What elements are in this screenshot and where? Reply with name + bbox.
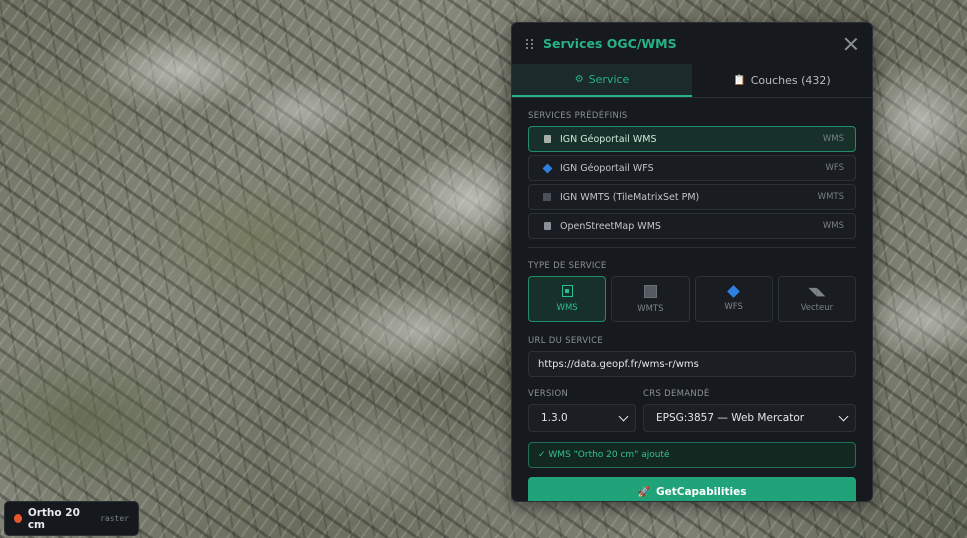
diamond-icon <box>727 284 740 298</box>
get-capabilities-label: GetCapabilities <box>655 486 747 498</box>
type-label: Vecteur <box>800 302 834 313</box>
type-label: WMTS <box>637 303 664 314</box>
version-value: 1.3.0 <box>541 412 568 424</box>
crs-label: CRS DEMANDÉ <box>643 389 710 399</box>
service-tag: WMS <box>822 134 844 144</box>
predefined-services-label: SERVICES PRÉDÉFINIS <box>528 111 628 121</box>
type-label: WMS <box>556 303 578 313</box>
status-message: ✓ WMS "Ortho 20 cm" ajouté <box>528 442 856 468</box>
close-icon[interactable] <box>844 37 858 51</box>
world-map-icon: ◥◣ <box>808 284 826 298</box>
tab-layers[interactable]: 📋 Couches (432) <box>692 64 872 97</box>
service-url-input[interactable]: https://data.geopf.fr/wms-r/wms <box>528 351 856 377</box>
crs-value: EPSG:3857 — Web Mercator <box>656 412 805 424</box>
layer-name: Ortho 20 cm <box>27 506 80 531</box>
service-name: OpenStreetMap WMS <box>560 220 661 232</box>
wms-icon <box>561 285 573 297</box>
version-label: VERSION <box>528 389 569 399</box>
panel-tabs: ⚙ Service 📋 Couches (432) <box>512 64 872 98</box>
tab-service[interactable]: ⚙ Service <box>512 64 692 97</box>
layer-type: raster <box>100 514 129 523</box>
service-type-label: TYPE DE SERVICE <box>528 261 607 271</box>
type-wfs-button[interactable]: WFS <box>694 276 773 322</box>
service-tag: WFS <box>825 163 844 173</box>
get-capabilities-button[interactable]: 🚀 GetCapabilities <box>528 477 856 501</box>
service-item-ign-wmts[interactable]: IGN WMTS (TileMatrixSet PM) WMTS <box>528 184 856 210</box>
service-name: IGN WMTS (TileMatrixSet PM) <box>560 191 700 203</box>
service-item-ign-wfs[interactable]: IGN Géoportail WFS WFS <box>528 155 856 181</box>
square-icon <box>643 284 657 298</box>
service-name: IGN Géoportail WMS <box>560 133 657 145</box>
service-url-value: https://data.geopf.fr/wms-r/wms <box>538 358 699 370</box>
service-type-selector: WMS WMTS WFS ◥◣ Vecteur <box>528 276 856 322</box>
panel-title: Services OGC/WMS <box>543 36 677 51</box>
active-layer-chip[interactable]: Ortho 20 cm raster <box>4 501 139 536</box>
layer-color-dot <box>14 514 22 523</box>
square-icon <box>540 193 554 201</box>
type-vector-button[interactable]: ◥◣ Vecteur <box>777 276 856 322</box>
type-wms-button[interactable]: WMS <box>528 276 607 322</box>
gear-icon: ⚙ <box>574 74 584 85</box>
chevron-down-icon <box>618 411 629 421</box>
diamond-icon <box>540 163 554 173</box>
status-text: ✓ WMS "Ortho 20 cm" ajouté <box>538 450 670 460</box>
grid-icon <box>540 222 554 230</box>
type-label: WFS <box>724 301 743 312</box>
clipboard-icon: 📋 <box>733 75 746 86</box>
url-label: URL DU SERVICE <box>528 336 604 346</box>
grid-icon <box>540 135 554 143</box>
service-item-osm-wms[interactable]: OpenStreetMap WMS WMS <box>528 213 856 239</box>
tab-layers-label: Couches (432) <box>750 74 831 87</box>
service-tag: WMTS <box>817 192 844 202</box>
panel-header[interactable]: Services OGC/WMS <box>512 23 872 64</box>
service-name: IGN Géoportail WFS <box>560 162 654 174</box>
tab-service-label: Service <box>588 73 630 86</box>
chevron-down-icon <box>838 411 849 421</box>
drag-handle-icon[interactable] <box>526 38 534 49</box>
divider <box>528 247 856 248</box>
version-select[interactable]: 1.3.0 <box>528 404 636 432</box>
ogc-services-panel: Services OGC/WMS ⚙ Service 📋 Couches (43… <box>511 22 873 502</box>
type-wmts-button[interactable]: WMTS <box>611 276 690 322</box>
rocket-icon: 🚀 <box>637 486 650 498</box>
service-item-ign-wms[interactable]: IGN Géoportail WMS WMS <box>528 126 856 152</box>
crs-select[interactable]: EPSG:3857 — Web Mercator <box>643 404 856 432</box>
service-tag: WMS <box>822 221 844 231</box>
